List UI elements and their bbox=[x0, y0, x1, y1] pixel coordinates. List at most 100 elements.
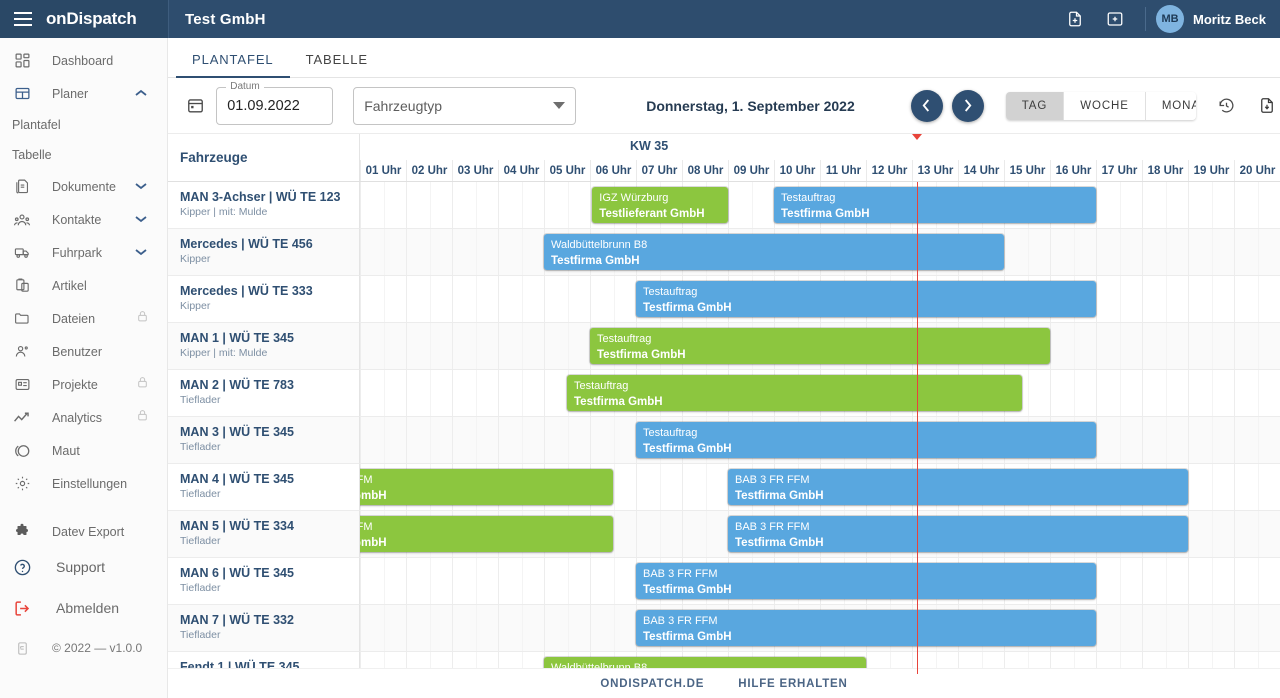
next-day-button[interactable] bbox=[952, 90, 984, 122]
vehicle-cell[interactable]: MAN 6 | WÜ TE 345Tieflader bbox=[168, 558, 360, 605]
sidebar-item-dateien[interactable]: Dateien bbox=[0, 302, 167, 335]
hamburger-icon[interactable] bbox=[14, 12, 32, 26]
grid-column bbox=[1096, 229, 1142, 275]
gantt-event[interactable]: Waldbüttelbrunn B8Testfirma GmbH bbox=[544, 234, 1004, 270]
grid-column bbox=[1050, 370, 1096, 416]
vehicle-cell[interactable]: MAN 7 | WÜ TE 332Tieflader bbox=[168, 605, 360, 652]
view-mode-tag[interactable]: TAG bbox=[1006, 92, 1065, 120]
gantt-event[interactable]: TestauftragTestfirma GmbH bbox=[636, 281, 1096, 317]
vehicle-type-select[interactable]: Fahrzeugtyp bbox=[353, 87, 576, 125]
timeline-cell[interactable]: TestauftragTestfirma GmbH bbox=[360, 276, 1280, 323]
week-label: KW 35 bbox=[630, 139, 668, 153]
sidebar-item-dashboard[interactable]: Dashboard bbox=[0, 44, 167, 77]
gantt-chart: Fahrzeuge KW 35 01 Uhr02 Uhr03 Uhr04 Uhr… bbox=[168, 134, 1280, 674]
sidebar-item-datev-export[interactable]: Datev Export bbox=[0, 515, 167, 548]
timeline-cell[interactable]: TestauftragTestfirma GmbH bbox=[360, 417, 1280, 464]
timeline-cell[interactable]: TestauftragTestfirma GmbH bbox=[360, 323, 1280, 370]
tab-plantafel[interactable]: PLANTAFEL bbox=[176, 52, 290, 77]
gantt-event[interactable]: BAB 3 FR FFMTestfirma GmbH bbox=[728, 469, 1188, 505]
timeline-cell[interactable]: Waldbüttelbrunn B8Testfirma GmbH bbox=[360, 229, 1280, 276]
gantt-event[interactable]: TestauftragTestfirma GmbH bbox=[567, 375, 1022, 411]
sidebar-item-kontakte[interactable]: Kontakte bbox=[0, 203, 167, 236]
gantt-event[interactable]: BAB 3 FR FFMTestfirma GmbH bbox=[360, 469, 613, 505]
gantt-event[interactable]: BAB 3 FR FFMTestfirma GmbH bbox=[360, 516, 613, 552]
grid-column bbox=[452, 229, 498, 275]
avatar[interactable]: MB bbox=[1156, 5, 1184, 33]
sidebar-item-support[interactable]: Support bbox=[0, 548, 167, 586]
hour-label: 06 Uhr bbox=[590, 160, 636, 181]
gantt-event[interactable]: TestauftragTestfirma GmbH bbox=[590, 328, 1050, 364]
grid-column bbox=[1188, 276, 1234, 322]
window-plus-icon[interactable] bbox=[1100, 4, 1130, 34]
sidebar-item-abmelden[interactable]: Abmelden bbox=[0, 586, 167, 630]
vehicles-header-label: Fahrzeuge bbox=[180, 150, 248, 165]
file-download-icon[interactable] bbox=[1254, 91, 1280, 121]
sidebar-item-plantafel[interactable]: Plantafel bbox=[0, 110, 167, 140]
grid-column bbox=[1096, 276, 1142, 322]
footer-link-hilfe[interactable]: HILFE ERHALTEN bbox=[738, 678, 847, 690]
gantt-event[interactable]: BAB 3 FR FFMTestfirma GmbH bbox=[636, 610, 1096, 646]
sidebar-item-artikel[interactable]: Artikel bbox=[0, 269, 167, 302]
date-input[interactable] bbox=[227, 98, 332, 114]
user-icon bbox=[10, 341, 34, 363]
chevron-down-icon bbox=[553, 97, 565, 115]
sidebar-item-maut[interactable]: Maut bbox=[0, 434, 167, 467]
vehicle-name: Mercedes | WÜ TE 333 bbox=[180, 283, 359, 299]
sidebar-item-planer[interactable]: Planer bbox=[0, 77, 167, 110]
timeline-cell[interactable]: TestauftragTestfirma GmbH bbox=[360, 370, 1280, 417]
vehicle-cell[interactable]: MAN 5 | WÜ TE 334Tieflader bbox=[168, 511, 360, 558]
timeline-cell[interactable]: BAB 3 FR FFMTestfirma GmbH bbox=[360, 558, 1280, 605]
prev-day-button[interactable] bbox=[911, 90, 943, 122]
calendar-icon[interactable] bbox=[182, 91, 208, 121]
brand-logo: onDispatch bbox=[46, 9, 137, 29]
vehicle-cell[interactable]: MAN 1 | WÜ TE 345Kipper | mit: Mulde bbox=[168, 323, 360, 370]
grid-column bbox=[360, 417, 406, 463]
sidebar-item-analytics[interactable]: Analytics bbox=[0, 401, 167, 434]
sidebar-item-dokumente[interactable]: Dokumente bbox=[0, 170, 167, 203]
vehicle-cell[interactable]: MAN 4 | WÜ TE 345Tieflader bbox=[168, 464, 360, 511]
date-field[interactable]: Datum bbox=[216, 87, 333, 125]
vehicle-name: MAN 3-Achser | WÜ TE 123 bbox=[180, 189, 359, 205]
vehicle-cell[interactable]: MAN 2 | WÜ TE 783Tieflader bbox=[168, 370, 360, 417]
sidebar-subitem-label: Plantafel bbox=[12, 118, 61, 132]
vehicle-cell[interactable]: Mercedes | WÜ TE 456Kipper bbox=[168, 229, 360, 276]
grid-column bbox=[1188, 464, 1234, 510]
file-plus-icon[interactable] bbox=[1060, 4, 1090, 34]
view-mode-woche[interactable]: WOCHE bbox=[1064, 92, 1146, 120]
date-field-label: Datum bbox=[226, 81, 263, 92]
timeline-cell[interactable]: BAB 3 FR FFMTestfirma GmbH BAB 3 FR FFMTe… bbox=[360, 511, 1280, 558]
sidebar-item-fuhrpark[interactable]: Fuhrpark bbox=[0, 236, 167, 269]
vehicle-type: Tieflader bbox=[180, 393, 359, 408]
footer-link-ondispatch[interactable]: ONDISPATCH.DE bbox=[600, 678, 704, 690]
event-customer: Testfirma GmbH bbox=[597, 347, 1050, 363]
timeline-cell[interactable]: BAB 3 FR FFMTestfirma GmbH bbox=[360, 605, 1280, 652]
view-mode-monat[interactable]: MONAT bbox=[1146, 92, 1196, 120]
gantt-event[interactable]: TestauftragTestfirma GmbH bbox=[774, 187, 1096, 223]
grid-column bbox=[1234, 229, 1280, 275]
sidebar-item-tabelle[interactable]: Tabelle bbox=[0, 140, 167, 170]
tab-tabelle[interactable]: TABELLE bbox=[290, 52, 384, 77]
toll-icon bbox=[10, 440, 34, 462]
grid-column bbox=[406, 558, 452, 604]
vehicle-cell[interactable]: MAN 3 | WÜ TE 345Tieflader bbox=[168, 417, 360, 464]
timeline-cell[interactable]: IGZ WürzburgTestlieferant GmbH Testauftra… bbox=[360, 182, 1280, 229]
gantt-event[interactable]: BAB 3 FR FFMTestfirma GmbH bbox=[636, 563, 1096, 599]
vehicle-cell[interactable]: MAN 3-Achser | WÜ TE 123Kipper | mit: Mu… bbox=[168, 182, 360, 229]
gantt-event[interactable]: TestauftragTestfirma GmbH bbox=[636, 422, 1096, 458]
grid-column bbox=[1234, 323, 1280, 369]
grid-column bbox=[544, 182, 590, 228]
gantt-event[interactable]: BAB 3 FR FFMTestfirma GmbH bbox=[728, 516, 1188, 552]
vehicle-cell[interactable]: Mercedes | WÜ TE 333Kipper bbox=[168, 276, 360, 323]
top-bar: onDispatch Test GmbH MB Moritz Beck bbox=[0, 0, 1280, 38]
vehicle-type: Tieflader bbox=[180, 628, 359, 643]
gantt-row: Mercedes | WÜ TE 456Kipper Waldbüttelbrun… bbox=[168, 229, 1280, 276]
timeline-cell[interactable]: BAB 3 FR FFMTestfirma GmbH BAB 3 FR FFMTe… bbox=[360, 464, 1280, 511]
grid-column bbox=[406, 323, 452, 369]
sidebar-subitem-label: Tabelle bbox=[12, 148, 52, 162]
sidebar-item-benutzer[interactable]: Benutzer bbox=[0, 335, 167, 368]
sidebar-item-projekte[interactable]: Projekte bbox=[0, 368, 167, 401]
history-refresh-icon[interactable] bbox=[1214, 91, 1240, 121]
gantt-event[interactable]: IGZ WürzburgTestlieferant GmbH bbox=[592, 187, 728, 223]
sidebar-item-einstellungen[interactable]: Einstellungen bbox=[0, 467, 167, 500]
tab-bar: PLANTAFEL TABELLE bbox=[168, 38, 1280, 78]
